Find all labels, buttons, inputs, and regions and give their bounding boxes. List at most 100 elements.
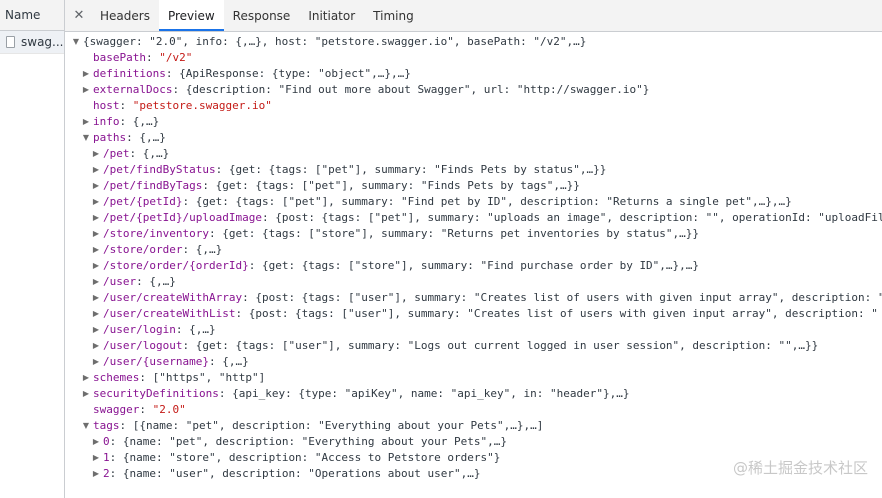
expand-triangle-icon[interactable]: ▶ xyxy=(91,146,101,162)
expand-triangle-icon[interactable]: ▶ xyxy=(91,210,101,226)
tree-node[interactable]: ▶/pet/findByTags: {get: {tags: ["pet"], … xyxy=(65,178,882,194)
key-separator: : xyxy=(145,51,160,64)
tree-node[interactable]: ▶ info: {,…} xyxy=(65,114,882,130)
close-icon[interactable]: ✕ xyxy=(65,0,91,31)
tree-node[interactable]: ▶/user/logout: {get: {tags: ["user"], su… xyxy=(65,338,882,354)
expand-triangle-icon[interactable]: ▶ xyxy=(91,258,101,274)
expand-triangle-icon[interactable]: ▶ xyxy=(91,226,101,242)
tree-node[interactable]: ▶ securityDefinitions: {api_key: {type: "… xyxy=(65,386,882,402)
tab-preview[interactable]: Preview xyxy=(158,0,224,31)
object-summary: {,…} xyxy=(132,115,160,128)
collapse-triangle-icon[interactable]: ▼ xyxy=(71,34,81,50)
expand-triangle-icon[interactable]: ▶ xyxy=(91,290,101,306)
tree-node-text: 1: {name: "store", description: "Access … xyxy=(103,450,500,466)
tab-initiator[interactable]: Initiator xyxy=(299,0,364,31)
key-separator: : xyxy=(182,243,196,256)
tree-node[interactable]: ▶/pet/{petId}/uploadImage: {post: {tags:… xyxy=(65,210,882,226)
tree-node[interactable]: ▶/user/{username}: {,…} xyxy=(65,354,882,370)
tree-node-text: /pet/{petId}: {get: {tags: ["pet"], summ… xyxy=(103,194,792,210)
expand-triangle-icon[interactable]: ▶ xyxy=(91,434,101,450)
tree-node[interactable]: ▶/store/inventory: {get: {tags: ["store"… xyxy=(65,226,882,242)
tree-node[interactable]: ▶/pet/findByStatus: {get: {tags: ["pet"]… xyxy=(65,162,882,178)
key-separator: : xyxy=(129,147,143,160)
key-separator: : xyxy=(215,163,229,176)
tree-node[interactable]: ▶/pet: {,…} xyxy=(65,146,882,162)
tree-node-text: /pet/findByStatus: {get: {tags: ["pet"],… xyxy=(103,162,606,178)
property-key: 0 xyxy=(103,435,110,448)
key-separator: : xyxy=(136,275,150,288)
expand-triangle-icon[interactable]: ▶ xyxy=(81,66,91,82)
expand-triangle-icon[interactable]: ▶ xyxy=(91,306,101,322)
tree-node[interactable]: ▶ definitions: {ApiResponse: {type: "obje… xyxy=(65,66,882,82)
expand-triangle-icon[interactable]: ▶ xyxy=(91,274,101,290)
object-summary: {post: {tags: ["pet"], summary: "uploads… xyxy=(275,211,882,224)
property-key: /user/createWithArray xyxy=(103,291,243,304)
expand-triangle-icon[interactable]: ▶ xyxy=(91,450,101,466)
tree-node[interactable]: ▶/user/login: {,…} xyxy=(65,322,882,338)
key-separator: : xyxy=(208,355,223,368)
document-icon xyxy=(6,36,15,48)
expand-triangle-icon[interactable]: ▶ xyxy=(91,162,101,178)
tree-node-text: 2: {name: "user", description: "Operatio… xyxy=(103,466,481,482)
collapse-triangle-icon[interactable]: ▼ xyxy=(81,130,91,146)
key-separator: : xyxy=(208,227,223,240)
tab-response[interactable]: Response xyxy=(224,0,300,31)
object-summary: {get: {tags: ["pet"], summary: "Finds Pe… xyxy=(215,179,580,192)
expand-triangle-icon[interactable]: ▶ xyxy=(91,178,101,194)
key-separator: : xyxy=(261,211,276,224)
expand-triangle-icon[interactable]: ▶ xyxy=(91,354,101,370)
tree-node[interactable]: ▶/store/order/{orderId}: {get: {tags: ["… xyxy=(65,258,882,274)
expand-triangle-icon[interactable]: ▶ xyxy=(81,114,91,130)
collapse-triangle-icon[interactable]: ▼ xyxy=(81,418,91,434)
tree-node[interactable]: ▶ schemes: ["https", "http"] xyxy=(65,370,882,386)
tree-node[interactable]: ▶/user: {,…} xyxy=(65,274,882,290)
expand-triangle-icon[interactable]: ▶ xyxy=(91,338,101,354)
property-key: paths xyxy=(93,131,127,144)
request-row[interactable]: swag... xyxy=(0,31,64,54)
tree-node-text: /user/login: {,…} xyxy=(103,322,216,338)
tree-node[interactable]: ▶/user/createWithArray: {post: {tags: ["… xyxy=(65,290,882,306)
object-summary: {get: {tags: ["pet"], summary: "Finds Pe… xyxy=(228,163,607,176)
expand-triangle-icon[interactable]: ▶ xyxy=(81,386,91,402)
tree-node-text: basePath: "/v2" xyxy=(93,50,192,66)
object-summary: {name: "user", description: "Operations … xyxy=(122,467,481,480)
tree-node[interactable]: ▼ paths: {,…} xyxy=(65,130,882,146)
tree-node-text: /user/{username}: {,…} xyxy=(103,354,249,370)
object-summary: {,…} xyxy=(189,323,216,336)
tree-node-text: /pet/findByTags: {get: {tags: ["pet"], s… xyxy=(103,178,580,194)
object-summary: {,…} xyxy=(195,243,223,256)
expand-triangle-icon[interactable]: ▶ xyxy=(81,82,91,98)
tab-timing[interactable]: Timing xyxy=(364,0,423,31)
tree-node-text: schemes: ["https", "http"] xyxy=(93,370,265,386)
expand-triangle-icon[interactable]: ▶ xyxy=(91,322,101,338)
key-separator: : xyxy=(172,83,186,96)
tree-node[interactable]: ▶/store/order: {,…} xyxy=(65,242,882,258)
expand-triangle-icon[interactable]: ▶ xyxy=(91,242,101,258)
object-summary: {,…} xyxy=(142,147,170,160)
tree-node-text: /store/inventory: {get: {tags: ["store"]… xyxy=(103,226,699,242)
tab-headers[interactable]: Headers xyxy=(91,0,159,31)
tree-node[interactable]: ▼ tags: [{name: "pet", description: "Ever… xyxy=(65,418,882,434)
tree-node-text: {swagger: "2.0", info: {,…}, host: "pets… xyxy=(83,34,586,50)
key-separator: : xyxy=(126,131,140,144)
name-column-header[interactable]: Name xyxy=(0,0,64,31)
property-value: "2.0" xyxy=(152,403,186,416)
property-key: /store/order/{orderId} xyxy=(103,259,249,272)
key-separator: : xyxy=(175,323,190,336)
key-separator: : xyxy=(242,291,256,304)
tree-node[interactable]: ▶/pet/{petId}: {get: {tags: ["pet"], sum… xyxy=(65,194,882,210)
expand-triangle-icon[interactable]: ▶ xyxy=(91,194,101,210)
object-summary: {post: {tags: ["user"], summary: "Create… xyxy=(255,291,882,304)
tree-node[interactable]: ▶ externalDocs: {description: "Find out m… xyxy=(65,82,882,98)
expand-triangle-icon[interactable]: ▶ xyxy=(91,466,101,482)
tree-node-text: 0: {name: "pet", description: "Everythin… xyxy=(103,434,507,450)
key-separator: : xyxy=(139,371,153,384)
property-value: "/v2" xyxy=(159,51,193,64)
object-summary: {,…} xyxy=(222,355,249,368)
request-detail-panel: ✕ Headers Preview Response Initiator Tim… xyxy=(65,0,882,498)
tree-node: swagger: "2.0" xyxy=(65,402,882,418)
expand-triangle-icon[interactable]: ▶ xyxy=(81,370,91,386)
tree-node[interactable]: ▶/user/createWithList: {post: {tags: ["u… xyxy=(65,306,882,322)
tree-node[interactable]: ▶ 0: {name: "pet", description: "Everythi… xyxy=(65,434,882,450)
tree-node[interactable]: ▼ {swagger: "2.0", info: {,…}, host: "pet… xyxy=(65,34,882,50)
